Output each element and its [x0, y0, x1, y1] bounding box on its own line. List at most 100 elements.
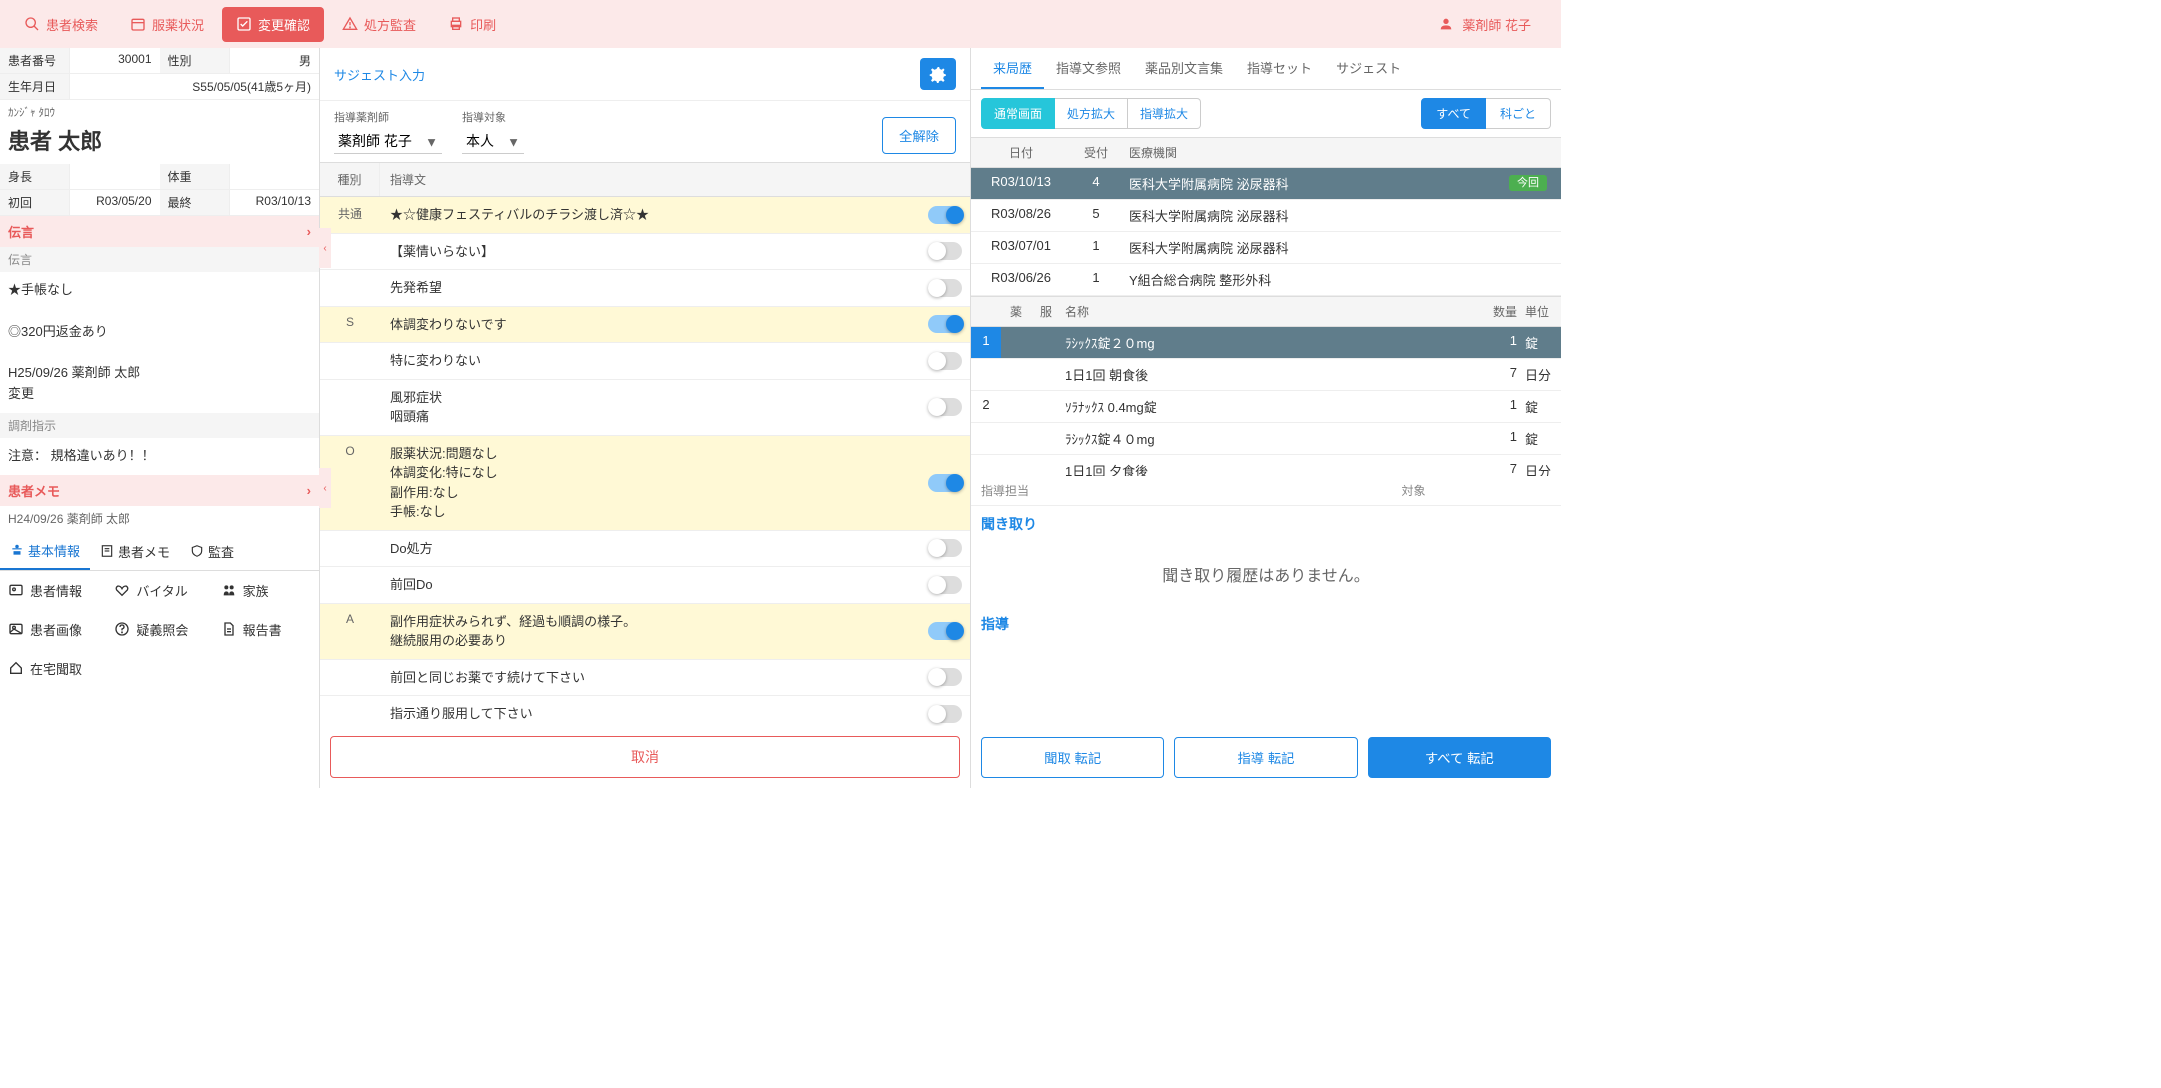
- visit-row[interactable]: R03/08/26 5 医科大学附属病院 泌尿器科: [971, 200, 1561, 232]
- suggest-row[interactable]: 【薬情いらない】: [320, 234, 970, 271]
- weight-value: [230, 164, 320, 189]
- drug-unit: 錠: [1521, 391, 1561, 422]
- suggest-row[interactable]: 共通 ★☆健康フェスティバルのチラシ渡し済☆★: [320, 197, 970, 234]
- suggest-title: サジェスト入力: [334, 65, 425, 84]
- visit-row[interactable]: R03/10/13 4 医科大学附属病院 泌尿器科 今回: [971, 168, 1561, 200]
- drug-unit: 錠: [1521, 327, 1561, 358]
- patient-id: 30001: [70, 48, 160, 73]
- filter-all[interactable]: すべて: [1421, 98, 1486, 129]
- drug-row[interactable]: 1 ﾗｼｯｸｽ錠２０mg 1 錠: [971, 327, 1561, 359]
- suggest-toggle[interactable]: [928, 576, 962, 594]
- drug-name: ﾗｼｯｸｽ錠４０mg: [1061, 423, 1471, 454]
- last-visit-label: 最終: [160, 190, 230, 215]
- filter-by-dept[interactable]: 科ごと: [1486, 98, 1551, 129]
- suggest-toggle[interactable]: [928, 705, 962, 723]
- suggest-toggle[interactable]: [928, 279, 962, 297]
- suggest-text: ★☆健康フェスティバルのチラシ渡し済☆★: [380, 197, 920, 233]
- pharmacist-select[interactable]: 薬剤師 花子: [334, 129, 442, 154]
- btn-all-copy[interactable]: すべて 転記: [1368, 737, 1551, 778]
- settings-button[interactable]: [920, 58, 956, 90]
- suggest-toggle[interactable]: [928, 206, 962, 224]
- suggest-table: 種別 指導文 共通 ★☆健康フェスティバルのチラシ渡し済☆★ 【薬情いらない】 …: [320, 162, 970, 726]
- tab-suggest[interactable]: サジェスト: [1324, 48, 1413, 89]
- suggest-toggle[interactable]: [928, 622, 962, 640]
- drug-qty: 1: [1471, 327, 1521, 358]
- drug-name: ｿﾗﾅｯｸｽ 0.4mg錠: [1061, 391, 1471, 422]
- chevron-right-icon[interactable]: ›: [307, 483, 311, 498]
- visit-date: R03/08/26: [971, 200, 1071, 231]
- nav-change-confirm[interactable]: 変更確認: [222, 7, 324, 42]
- btn-patient-info[interactable]: 患者情報: [0, 571, 106, 610]
- btn-family[interactable]: 家族: [213, 571, 319, 610]
- cancel-button[interactable]: 取消: [330, 736, 960, 778]
- tab-drug-phrases[interactable]: 薬品別文言集: [1133, 48, 1235, 89]
- suggest-row[interactable]: 先発希望: [320, 270, 970, 307]
- suggest-row[interactable]: 特に変わりない: [320, 343, 970, 380]
- suggest-row[interactable]: 風邪症状咽頭痛: [320, 380, 970, 436]
- visit-institution: 医科大学附属病院 泌尿器科: [1121, 200, 1501, 231]
- drug-name: 1日1回 朝食後: [1061, 359, 1471, 390]
- user-info[interactable]: 薬剤師 花子: [1438, 15, 1551, 34]
- btn-guide-copy[interactable]: 指導 転記: [1174, 737, 1357, 778]
- subtab-rx-expand[interactable]: 処方拡大: [1055, 98, 1128, 129]
- suggest-toggle[interactable]: [928, 315, 962, 333]
- suggest-toggle[interactable]: [928, 242, 962, 260]
- patient-furigana: ｶﾝｼﾞｬ ﾀﾛｳ: [0, 100, 319, 124]
- suggest-row[interactable]: 前回Do: [320, 567, 970, 604]
- btn-inquiry[interactable]: 疑義照会: [106, 610, 212, 649]
- check-icon: [236, 16, 252, 32]
- tab-guidance-sets[interactable]: 指導セット: [1235, 48, 1324, 89]
- clear-all-button[interactable]: 全解除: [882, 117, 956, 154]
- suggest-row[interactable]: 指示通り服用して下さい: [320, 696, 970, 726]
- collapse-left-handle-2[interactable]: ‹: [319, 468, 331, 508]
- tab-patient-memo[interactable]: 患者メモ: [90, 533, 180, 570]
- warning-icon: [342, 16, 358, 32]
- drug-row[interactable]: 1日1回 夕食後 7 日分: [971, 455, 1561, 476]
- collapse-left-handle[interactable]: ‹: [319, 228, 331, 268]
- shield-icon: [190, 544, 204, 558]
- drug-row[interactable]: 2 ｿﾗﾅｯｸｽ 0.4mg錠 1 錠: [971, 391, 1561, 423]
- left-panel: 患者番号30001 性別男 生年月日S55/05/05(41歳5ヶ月) ｶﾝｼﾞ…: [0, 48, 320, 788]
- visit-row[interactable]: R03/07/01 1 医科大学附属病院 泌尿器科: [971, 232, 1561, 264]
- nav-medication-status[interactable]: 服薬状況: [116, 7, 218, 42]
- nav-print[interactable]: 印刷: [434, 7, 510, 42]
- chevron-right-icon[interactable]: ›: [307, 224, 311, 239]
- tab-visit-history[interactable]: 来局歴: [981, 48, 1044, 89]
- nav-rx-audit[interactable]: 処方監査: [328, 7, 430, 42]
- btn-report[interactable]: 報告書: [213, 610, 319, 649]
- drug-row[interactable]: 1日1回 朝食後 7 日分: [971, 359, 1561, 391]
- suggest-toggle[interactable]: [928, 398, 962, 416]
- btn-vital[interactable]: バイタル: [106, 571, 212, 610]
- suggest-text: 特に変わりない: [380, 343, 920, 379]
- tab-guidance-ref[interactable]: 指導文参照: [1044, 48, 1133, 89]
- suggest-toggle[interactable]: [928, 474, 962, 492]
- pharmacist-label: 指導薬剤師: [334, 109, 442, 125]
- btn-home-interview[interactable]: 在宅聞取: [0, 649, 106, 688]
- suggest-toggle[interactable]: [928, 668, 962, 686]
- subtab-normal[interactable]: 通常画面: [981, 98, 1055, 129]
- suggest-row[interactable]: Do処方: [320, 531, 970, 568]
- suggest-row[interactable]: 前回と同じお薬です続けて下さい: [320, 660, 970, 697]
- visit-recept: 1: [1071, 264, 1121, 295]
- drug-row[interactable]: ﾗｼｯｸｽ錠４０mg 1 錠: [971, 423, 1561, 455]
- visit-row[interactable]: R03/06/26 1 Y組合総合病院 整形外科: [971, 264, 1561, 296]
- tab-basic-info[interactable]: 基本情報: [0, 533, 90, 570]
- suggest-row[interactable]: O 服薬状況:問題なし体調変化:特になし副作用:なし手帳:なし: [320, 436, 970, 531]
- subtab-guide-expand[interactable]: 指導拡大: [1128, 98, 1201, 129]
- interview-title: 聞き取り: [971, 506, 1561, 542]
- nav-patient-search[interactable]: 患者検索: [10, 7, 112, 42]
- btn-patient-image[interactable]: 患者画像: [0, 610, 106, 649]
- suggest-row[interactable]: S 体調変わりないです: [320, 307, 970, 344]
- suggest-type: [320, 270, 380, 286]
- image-icon: [8, 621, 24, 637]
- drug-qty: 1: [1471, 391, 1521, 422]
- btn-interview-copy[interactable]: 聞取 転記: [981, 737, 1164, 778]
- left-tabs: 基本情報 患者メモ 監査: [0, 533, 319, 571]
- suggest-toggle[interactable]: [928, 539, 962, 557]
- visit-institution: Y組合総合病院 整形外科: [1121, 264, 1501, 295]
- suggest-row[interactable]: A 副作用症状みられず、経過も順調の様子。継続服用の必要あり: [320, 604, 970, 660]
- suggest-type: A: [320, 604, 380, 634]
- suggest-toggle[interactable]: [928, 352, 962, 370]
- tab-audit[interactable]: 監査: [180, 533, 244, 570]
- target-select[interactable]: 本人: [462, 129, 524, 154]
